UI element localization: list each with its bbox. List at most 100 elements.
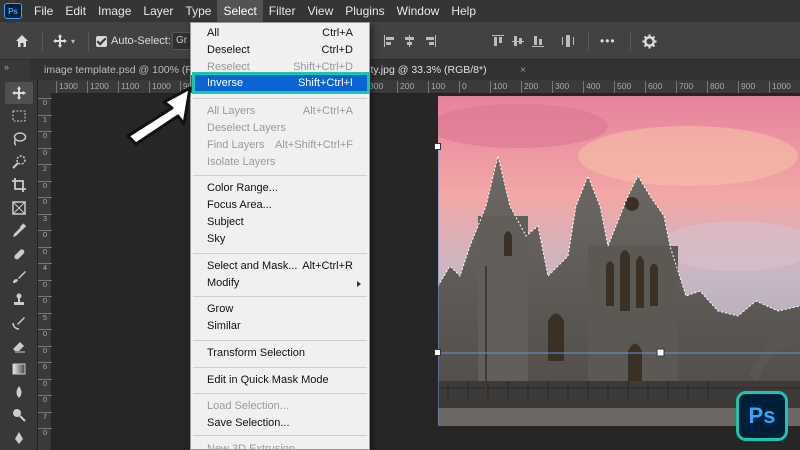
ruler-tick-label: 1000 — [769, 81, 791, 93]
ruler-tick-label: 5 — [38, 312, 52, 322]
align-vertical-center-icon[interactable] — [512, 35, 524, 47]
dodge-tool-icon[interactable] — [5, 404, 33, 426]
ruler-tick-label: 500 — [614, 81, 631, 93]
ruler-tick-label: 400 — [583, 81, 600, 93]
menu-item-label: Similar — [207, 320, 241, 332]
church-photo[interactable] — [438, 96, 800, 426]
healing-brush-tool-icon[interactable] — [5, 243, 33, 265]
move-tool-icon[interactable]: ▾ — [52, 22, 75, 60]
gear-icon[interactable] — [642, 22, 657, 60]
pen-tool-icon[interactable] — [5, 427, 33, 449]
transform-handle[interactable] — [434, 143, 441, 150]
brush-tool-icon[interactable] — [5, 266, 33, 288]
chevron-down-icon[interactable]: ▾ — [71, 37, 75, 46]
menu-item-subject[interactable]: Subject — [191, 214, 369, 231]
ruler-tick-label: 1200 — [87, 81, 109, 93]
menu-item-label: Load Selection... — [207, 400, 289, 412]
annotation-pointer-arrow-icon — [120, 84, 200, 148]
menu-item-edit-in-quick-mask-mode[interactable]: Edit in Quick Mask Mode — [191, 372, 369, 389]
menu-item-label: Deselect Layers — [207, 122, 286, 134]
menu-item-shortcut: Ctrl+A — [322, 27, 353, 39]
menu-item-focus-area[interactable]: Focus Area... — [191, 197, 369, 214]
collapse-panel-icon[interactable]: » — [4, 62, 9, 72]
menu-item-grow[interactable]: Grow — [191, 301, 369, 318]
auto-select-checkbox[interactable]: Auto-Select: — [96, 22, 171, 60]
menu-edit[interactable]: Edit — [59, 0, 92, 22]
ruler-tick-label: 0 — [38, 378, 52, 388]
align-top-icon[interactable] — [492, 35, 504, 47]
menu-item-all[interactable]: All Ctrl+A — [191, 25, 369, 42]
menu-help[interactable]: Help — [445, 0, 482, 22]
lasso-tool-icon[interactable] — [5, 128, 33, 150]
menu-item-color-range[interactable]: Color Range... — [191, 180, 369, 197]
align-horizontal-center-icon[interactable] — [404, 35, 416, 47]
ruler-tick-label: 200 — [397, 81, 414, 93]
frame-tool-icon[interactable] — [5, 197, 33, 219]
ruler-tick-label: 6 — [38, 362, 52, 371]
home-icon[interactable] — [14, 22, 30, 60]
eraser-tool-icon[interactable] — [5, 335, 33, 357]
menu-item-label: All Layers — [207, 105, 256, 117]
ruler-tick-label: 0 — [38, 395, 52, 404]
more-options-button[interactable]: ••• — [600, 22, 616, 60]
document-tab-bar: image template.psd @ 100% (R inity.jpg @… — [30, 60, 800, 80]
menu-separator — [193, 175, 367, 176]
menu-item-deselect[interactable]: Deselect Ctrl+D — [191, 42, 369, 59]
menu-view[interactable]: View — [301, 0, 339, 22]
ruler-tick-label: 0 — [38, 279, 52, 289]
align-bottom-icon[interactable] — [532, 35, 544, 47]
ruler-tick-label: 2 — [38, 164, 52, 173]
menu-item-label: Sky — [207, 233, 226, 245]
ruler-tick-label: 0 — [38, 428, 52, 437]
ruler-tick-label: 0 — [38, 147, 52, 157]
menu-item-label: New 3D Extrusion — [207, 443, 296, 450]
menu-item-save-selection[interactable]: Save Selection... — [191, 415, 369, 432]
menu-item-similar[interactable]: Similar — [191, 318, 369, 335]
menu-plugins[interactable]: Plugins — [339, 0, 390, 22]
menu-layer[interactable]: Layer — [137, 0, 179, 22]
photoshop-window: Ps File Edit Image Layer Type Select Fil… — [0, 0, 800, 450]
photoshop-logo: Ps — [4, 3, 22, 19]
ruler-origin[interactable] — [38, 80, 52, 94]
menu-select[interactable]: Select — [217, 0, 263, 22]
clone-stamp-tool-icon[interactable] — [5, 289, 33, 311]
menu-item-shortcut: Ctrl+D — [321, 44, 353, 56]
menu-file[interactable]: File — [28, 0, 59, 22]
vertical-ruler[interactable]: 0 1 0 0 2 0 0 3 0 0 4 0 0 5 0 0 6 0 0 7 0 — [38, 94, 52, 450]
align-right-icon[interactable] — [424, 35, 436, 47]
ruler-tick-label: 0 — [38, 98, 52, 107]
menu-item-sky[interactable]: Sky — [191, 231, 369, 248]
blur-tool-icon[interactable] — [5, 381, 33, 403]
menu-separator — [193, 393, 367, 394]
menu-type[interactable]: Type — [179, 0, 217, 22]
menu-item-transform-selection[interactable]: Transform Selection — [191, 345, 369, 362]
menu-item-shortcut: Alt+Shift+Ctrl+F — [275, 139, 353, 151]
menu-item-select-and-mask[interactable]: Select and Mask... Alt+Ctrl+R — [191, 258, 369, 275]
ruler-tick-label: 800 — [707, 81, 724, 93]
menu-item-label: Focus Area... — [207, 199, 272, 211]
ruler-tick-label: 0 — [38, 180, 52, 190]
align-left-icon[interactable] — [384, 35, 396, 47]
ruler-tick-label: 0 — [459, 81, 467, 93]
move-tool-icon[interactable] — [5, 82, 33, 104]
menu-item-modify[interactable]: Modify — [191, 275, 369, 292]
history-brush-tool-icon[interactable] — [5, 312, 33, 334]
distribute-icon[interactable] — [562, 35, 574, 47]
menu-item-label: Deselect — [207, 44, 250, 56]
close-icon[interactable]: × — [520, 60, 526, 80]
ruler-tick-label: 0 — [38, 230, 52, 239]
menu-window[interactable]: Window — [391, 0, 446, 22]
marquee-tool-icon[interactable] — [5, 105, 33, 127]
menu-filter[interactable]: Filter — [263, 0, 302, 22]
menu-item-label: Transform Selection — [207, 347, 306, 359]
checkbox-icon[interactable] — [96, 35, 107, 47]
transform-handle[interactable] — [434, 349, 441, 356]
auto-select-label: Auto-Select: — [111, 35, 171, 47]
tab-image-template[interactable]: image template.psd @ 100% (R — [30, 60, 193, 80]
menu-item-label: Modify — [207, 277, 240, 289]
gradient-tool-icon[interactable] — [5, 358, 33, 380]
eyedropper-tool-icon[interactable] — [5, 220, 33, 242]
quick-selection-tool-icon[interactable] — [5, 151, 33, 173]
crop-tool-icon[interactable] — [5, 174, 33, 196]
menu-image[interactable]: Image — [92, 0, 137, 22]
